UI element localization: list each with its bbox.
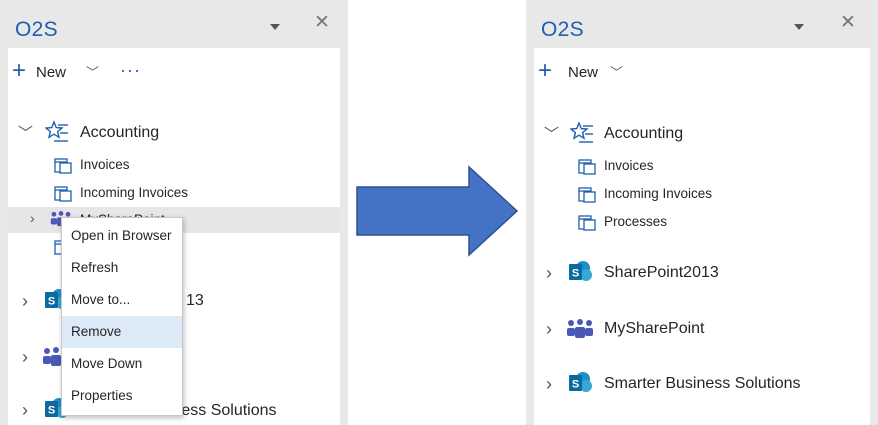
left-panel: O2S ✕ + New ﹀ ··· ﹀ Accounting Invoices …: [0, 0, 348, 425]
tree-item-sharepoint2013[interactable]: › S SharePoint2013: [534, 260, 870, 286]
tree-item-label: Accounting: [604, 125, 684, 142]
tree-item-label: SharePoint2013: [604, 264, 719, 281]
right-panel: O2S ✕ + New ﹀ ﹀ Accounting Invoices Inco…: [526, 0, 878, 425]
plus-icon[interactable]: +: [538, 59, 552, 83]
tree-item-label: Incoming Invoices: [604, 186, 713, 201]
menu-item-properties[interactable]: Properties: [62, 380, 182, 412]
close-icon[interactable]: ✕: [840, 13, 856, 33]
menu-item-refresh[interactable]: Refresh: [62, 252, 182, 284]
caret-down-icon[interactable]: [270, 24, 280, 30]
panel-header: O2S ✕: [526, 0, 878, 48]
chevron-down-icon[interactable]: ﹀: [544, 123, 559, 144]
tree-item-label: Invoices: [80, 157, 130, 172]
panel-title: O2S: [15, 18, 58, 41]
menu-item-remove[interactable]: Remove: [62, 316, 182, 348]
sharepoint-icon: S: [569, 261, 592, 281]
menu-item-move-to[interactable]: Move to...: [62, 284, 182, 316]
tree-item-label: Incoming Invoices: [80, 185, 189, 200]
tree-pane: + New ﹀ ﹀ Accounting Invoices Incoming I…: [534, 48, 870, 425]
tree-item-label: Processes: [604, 214, 668, 229]
list-icon: [578, 187, 596, 203]
plus-icon[interactable]: +: [12, 59, 26, 83]
tree-item-label: MySharePoint: [604, 320, 705, 337]
caret-down-icon[interactable]: [794, 24, 804, 30]
tree-item-label: Smarter Business Solutions: [604, 375, 801, 392]
panel-header: O2S ✕: [0, 0, 348, 48]
list-icon: [578, 215, 596, 231]
svg-text:S: S: [48, 405, 55, 417]
chevron-right-icon[interactable]: ›: [22, 400, 28, 421]
chevron-down-icon[interactable]: ﹀: [86, 62, 99, 81]
tree-item-invoices[interactable]: Invoices: [534, 153, 870, 179]
tree-item-processes[interactable]: Processes: [534, 209, 870, 235]
tree-item-label: Accounting: [80, 124, 160, 141]
tree-item-incoming-invoices[interactable]: Incoming Invoices: [8, 180, 340, 206]
star-list-icon: [45, 120, 68, 142]
more-button[interactable]: ···: [120, 60, 141, 81]
menu-item-move-down[interactable]: Move Down: [62, 348, 182, 380]
new-button[interactable]: New: [568, 64, 598, 81]
tree-item-mysharepoint[interactable]: › MySharePoint: [534, 316, 870, 342]
chevron-right-icon[interactable]: ›: [30, 210, 35, 226]
tree-item-accounting[interactable]: ﹀ Accounting: [8, 120, 340, 146]
svg-text:S: S: [572, 268, 579, 280]
tree-item-accounting[interactable]: ﹀ Accounting: [534, 121, 870, 147]
chevron-down-icon[interactable]: ﹀: [18, 122, 33, 143]
context-menu: Open in Browser Refresh Move to... Remov…: [61, 217, 183, 416]
teams-icon: [567, 319, 593, 338]
star-list-icon: [570, 121, 593, 143]
chevron-down-icon[interactable]: ﹀: [610, 62, 623, 81]
chevron-right-icon[interactable]: ›: [546, 319, 552, 340]
sharepoint-icon: S: [569, 372, 592, 392]
chevron-right-icon[interactable]: ›: [546, 374, 552, 395]
chevron-right-icon[interactable]: ›: [546, 263, 552, 284]
chevron-right-icon[interactable]: ›: [22, 347, 28, 368]
tree-item-label: Invoices: [604, 158, 654, 173]
toolbar: + New ﹀ ···: [8, 59, 338, 84]
toolbar: + New ﹀: [534, 59, 864, 84]
arrow-right-icon: [356, 165, 519, 257]
list-icon: [578, 159, 596, 175]
list-icon: [54, 186, 72, 202]
list-icon: [54, 158, 72, 174]
new-button[interactable]: New: [36, 64, 66, 81]
svg-text:S: S: [48, 296, 55, 308]
tree-item-smarter-business-solutions[interactable]: › S Smarter Business Solutions: [534, 371, 870, 397]
svg-text:S: S: [572, 379, 579, 391]
tree-item-incoming-invoices[interactable]: Incoming Invoices: [534, 181, 870, 207]
close-icon[interactable]: ✕: [314, 13, 330, 33]
tree-item-label: 13: [186, 292, 204, 309]
menu-item-open-in-browser[interactable]: Open in Browser: [62, 220, 182, 252]
panel-title: O2S: [541, 18, 584, 41]
chevron-right-icon[interactable]: ›: [22, 291, 28, 312]
tree-item-invoices[interactable]: Invoices: [8, 152, 340, 178]
